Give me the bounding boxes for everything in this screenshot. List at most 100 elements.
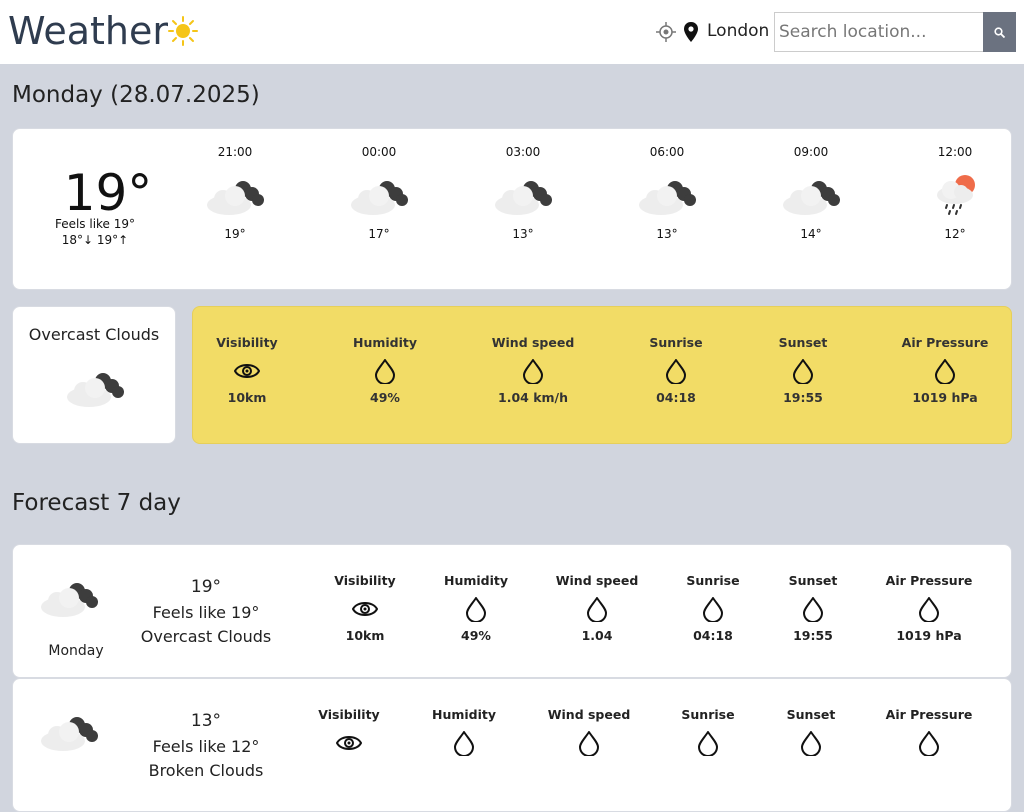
stat-value: 1.04 [581,628,613,643]
drop-icon [576,730,602,756]
hour-temp: 12° [944,227,966,241]
forecast-stat: Air Pressure [869,707,989,762]
drop-icon [520,358,546,384]
top-bar: Weather London [0,0,1024,64]
stat-label: Air Pressure [901,335,989,350]
stat-label: Sunrise [649,335,703,350]
cloudy-icon [637,169,697,221]
stat-value: 1019 hPa [912,390,978,405]
stat-label: Sunrise [681,707,735,722]
forecast-feels-like: Feels like 12° [152,737,260,756]
hour-temp: 14° [800,227,822,241]
drop-icon [372,358,398,384]
drop-icon [916,596,942,622]
cloudy-icon [39,575,99,619]
stat-value: 1.04 km/h [498,390,568,405]
eye-icon [234,358,260,384]
hour-temp: 13° [512,227,534,241]
stat-label: Humidity [443,573,509,588]
forecast-stat: Air Pressure 1019 hPa [869,573,989,643]
forecast-feels-like: Feels like 19° [152,603,260,622]
hour-temp: 13° [656,227,678,241]
stat-label: Wind speed [491,335,575,350]
forecast-stat: Humidity 49% [416,573,536,643]
cloudy-icon [39,709,99,753]
hourly-card: 19° Feels like 19° 18°↓ 19°↑ 21:00 19° 0… [12,128,1012,290]
forecast-stat: Wind speed [529,707,649,762]
app-title: Weather [8,9,168,53]
drop-icon [800,596,826,622]
stat-label: Humidity [352,335,418,350]
rain-sun-icon [937,175,975,215]
stat-sunrise: Sunrise 04:18 [606,335,746,405]
drop-icon [695,730,721,756]
forecast-stat: Wind speed 1.04 [537,573,657,643]
stat-value: 1019 hPa [896,628,962,643]
stat-value: 19:55 [793,628,833,643]
search-input[interactable] [774,12,984,52]
stat-air-pressure: Air Pressure 1019 hPa [875,335,1015,405]
forecast-stat: Sunset [751,707,871,762]
forecast-stat: Visibility 10km [305,573,425,643]
hour-slot: 03:00 13° [483,145,563,241]
day-title: Monday (28.07.2025) [12,82,260,108]
drop-icon [584,596,610,622]
stat-wind-speed: Wind speed 1.04 km/h [463,335,603,405]
drop-icon [451,730,477,756]
location-name: London [707,21,770,41]
stat-label: Air Pressure [885,573,973,588]
stat-label: Wind speed [547,707,631,722]
stat-humidity: Humidity 49% [315,335,455,405]
stat-label: Sunset [788,573,838,588]
forecast-description: Broken Clouds [148,761,264,780]
hour-slot: 21:00 19° [195,145,275,241]
drop-icon [463,596,489,622]
cloudy-icon [349,169,409,221]
search-button[interactable] [983,12,1016,52]
cloudy-icon [493,169,553,221]
forecast-row[interactable]: Monday 19° Feels like 19° Overcast Cloud… [12,544,1012,678]
forecast-title: Forecast 7 day [12,490,181,516]
hour-temp: 19° [224,227,246,241]
search-icon [994,27,1005,38]
hour-time: 21:00 [217,145,253,159]
cloudy-icon [65,365,125,409]
forecast-stat: Sunset 19:55 [753,573,873,643]
drop-icon [932,358,958,384]
hour-slot: 00:00 17° [339,145,419,241]
stat-value: 49% [370,390,400,405]
forecast-stat: Sunrise [648,707,768,762]
drop-icon [663,358,689,384]
min-max-temperature: 18°↓ 19°↑ [61,233,129,247]
stat-value: 49% [461,628,491,643]
drop-icon [700,596,726,622]
stat-label: Sunset [786,707,836,722]
drop-icon [916,730,942,756]
stat-label: Sunset [778,335,828,350]
hour-slot: 12:00 12° [915,145,995,241]
weather-description: Overcast Clouds [28,325,160,344]
stat-sunset: Sunset 19:55 [733,335,873,405]
location-pin-icon [684,22,698,42]
stat-label: Visibility [216,335,278,350]
drop-icon [790,358,816,384]
stat-label: Visibility [334,573,396,588]
hour-time: 00:00 [361,145,397,159]
stat-label: Wind speed [555,573,639,588]
forecast-row[interactable]: 13° Feels like 12° Broken Clouds Visibil… [12,678,1012,812]
cloudy-icon [781,169,841,221]
hour-temp: 17° [368,227,390,241]
stat-value: 10km [227,390,267,405]
current-temperature: 19° [63,164,153,222]
stat-visibility: Visibility 10km [177,335,317,405]
forecast-stat: Humidity [404,707,524,762]
hour-slot: 09:00 14° [771,145,851,241]
drop-icon [798,730,824,756]
stat-value: 10km [345,628,385,643]
hour-time: 06:00 [649,145,685,159]
description-card: Overcast Clouds [12,306,176,444]
sun-icon [168,16,198,46]
eye-icon [352,596,378,622]
locate-me-icon[interactable] [656,22,676,42]
forecast-stat: Visibility [289,707,409,762]
